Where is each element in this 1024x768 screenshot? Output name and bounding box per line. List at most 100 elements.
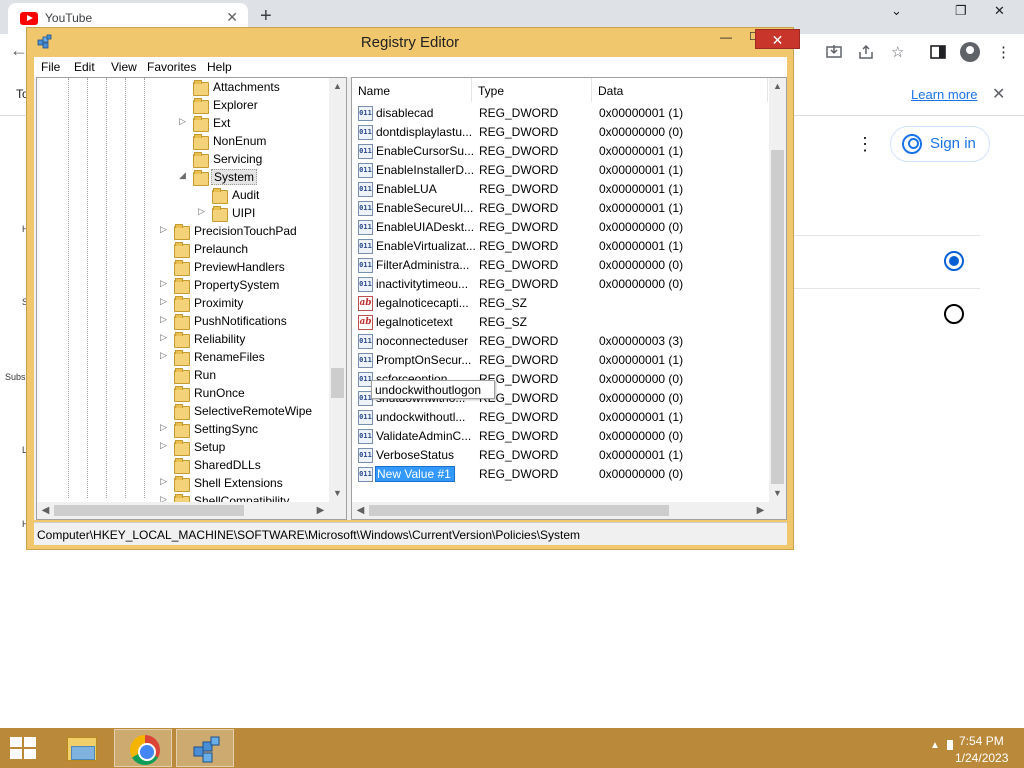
scroll-thumb[interactable] <box>369 505 669 516</box>
tree-item[interactable]: ◢ System <box>37 169 327 187</box>
clock-time[interactable]: 7:54 PM <box>959 734 1004 748</box>
value-row[interactable]: 011 inactivitytimeou... REG_DWORD 0x0000000… <box>352 275 768 294</box>
browser-restore-button[interactable]: ❐ <box>955 3 967 19</box>
tray-overflow-icon[interactable]: ▲ <box>930 740 940 751</box>
scroll-down-arrow-icon[interactable]: ▼ <box>769 485 786 502</box>
value-name-edit-field[interactable]: New Value #1 <box>375 466 455 482</box>
scroll-right-arrow-icon[interactable]: ▶ <box>312 502 329 519</box>
side-panel-icon[interactable] <box>930 44 946 60</box>
value-row[interactable]: 011 PromptOnSecur... REG_DWORD 0x00000001 (… <box>352 351 768 370</box>
menu-view[interactable]: View <box>111 60 137 74</box>
tree-item[interactable]: Attachments <box>37 79 327 97</box>
tree-expander-icon[interactable]: ◢ <box>179 170 186 181</box>
tree-item[interactable]: Servicing <box>37 151 327 169</box>
chrome-menu-icon[interactable]: ⋮ <box>996 43 1011 61</box>
column-header-type[interactable]: Type <box>472 78 592 102</box>
scroll-thumb[interactable] <box>54 505 244 516</box>
menu-edit[interactable]: Edit <box>74 60 95 74</box>
value-row[interactable]: 011 New Value #1 REG_DWORD 0x00000000 (0) <box>352 465 768 484</box>
install-app-icon[interactable] <box>826 44 842 60</box>
tree-item[interactable]: Prelaunch <box>37 241 327 259</box>
title-bar[interactable]: Registry Editor — ☐ ✕ <box>27 28 800 56</box>
page-more-options-icon[interactable]: ⋮ <box>856 134 874 155</box>
menu-file[interactable]: File <box>41 60 60 74</box>
tree-expander-icon[interactable]: ▷ <box>160 422 167 433</box>
tree-item[interactable]: ▷ PushNotifications <box>37 313 327 331</box>
tree-item[interactable]: NonEnum <box>37 133 327 151</box>
taskbar-registry-editor[interactable] <box>176 729 234 767</box>
close-button[interactable]: ✕ <box>755 29 800 49</box>
radio-selected[interactable] <box>944 251 964 271</box>
value-row[interactable]: 011 EnableInstallerD... REG_DWORD 0x0000000… <box>352 161 768 180</box>
taskbar-file-explorer[interactable] <box>52 729 110 767</box>
tree-item[interactable]: ▷ Ext <box>37 115 327 133</box>
key-tree-pane[interactable]: Attachments Explorer ▷ Ext NonEnum Servicing ◢… <box>36 77 347 520</box>
tree-item[interactable]: ▷ Setup <box>37 439 327 457</box>
tree-item[interactable]: PreviewHandlers <box>37 259 327 277</box>
tree-expander-icon[interactable]: ▷ <box>160 278 167 289</box>
value-row[interactable]: 011 EnableUIADeskt... REG_DWORD 0x00000000 … <box>352 218 768 237</box>
column-header-name[interactable]: Name <box>352 78 472 102</box>
scroll-thumb[interactable] <box>771 150 784 484</box>
bookmark-star-icon[interactable]: ☆ <box>891 43 904 61</box>
value-row[interactable]: 011 EnableLUA REG_DWORD 0x00000001 (1) <box>352 180 768 199</box>
tree-expander-icon[interactable]: ▷ <box>160 224 167 235</box>
scroll-left-arrow-icon[interactable]: ◀ <box>352 502 369 519</box>
tree-item[interactable]: SelectiveRemoteWipe <box>37 403 327 421</box>
tree-expander-icon[interactable]: ▷ <box>160 476 167 487</box>
radio-unselected[interactable] <box>944 304 964 324</box>
tree-item[interactable]: Audit <box>37 187 327 205</box>
info-bar-close-icon[interactable]: ✕ <box>992 84 1005 104</box>
browser-tab-search-icon[interactable]: ⌄ <box>891 3 902 19</box>
tree-expander-icon[interactable]: ▷ <box>179 116 186 127</box>
menu-help[interactable]: Help <box>207 60 232 74</box>
scroll-down-arrow-icon[interactable]: ▼ <box>329 485 346 502</box>
settings-option-row-2[interactable] <box>780 288 980 341</box>
start-button[interactable] <box>10 737 38 759</box>
tree-item[interactable]: ▷ Shell Extensions <box>37 475 327 493</box>
tree-expander-icon[interactable]: ▷ <box>160 332 167 343</box>
tree-item[interactable]: ▷ PropertySystem <box>37 277 327 295</box>
learn-more-link[interactable]: Learn more <box>911 87 977 102</box>
value-row[interactable]: ab legalnoticecapti... REG_SZ <box>352 294 768 313</box>
new-tab-button[interactable]: + <box>260 5 272 28</box>
value-row[interactable]: 011 undockwithoutl... REG_DWORD 0x00000001 … <box>352 408 768 427</box>
value-row[interactable]: 011 FilterAdministra... REG_DWORD 0x0000000… <box>352 256 768 275</box>
sign-in-button[interactable]: Sign in <box>890 126 990 162</box>
scroll-right-arrow-icon[interactable]: ▶ <box>752 502 769 519</box>
settings-option-row-1[interactable] <box>780 235 980 288</box>
tree-vertical-scrollbar[interactable]: ▲ ▼ <box>329 78 346 502</box>
tree-item[interactable]: Explorer <box>37 97 327 115</box>
share-icon[interactable] <box>858 44 874 60</box>
tree-item[interactable]: ▷ RenameFiles <box>37 349 327 367</box>
tree-item[interactable]: RunOnce <box>37 385 327 403</box>
tree-item[interactable]: ▷ PrecisionTouchPad <box>37 223 327 241</box>
scroll-up-arrow-icon[interactable]: ▲ <box>329 78 346 95</box>
tree-item[interactable]: ▷ UIPI <box>37 205 327 223</box>
tree-item[interactable]: Run <box>37 367 327 385</box>
taskbar-chrome[interactable] <box>114 729 172 767</box>
browser-close-button[interactable]: ✕ <box>994 3 1005 19</box>
value-row[interactable]: 011 dontdisplaylastu... REG_DWORD 0x0000000… <box>352 123 768 142</box>
tree-expander-icon[interactable]: ▷ <box>160 296 167 307</box>
column-header-data[interactable]: Data <box>592 78 768 102</box>
tree-item[interactable]: SharedDLLs <box>37 457 327 475</box>
values-vertical-scrollbar[interactable]: ▲ ▼ <box>769 78 786 502</box>
scroll-up-arrow-icon[interactable]: ▲ <box>769 78 786 95</box>
tree-item[interactable]: ▷ SettingSync <box>37 421 327 439</box>
value-row[interactable]: ab legalnoticetext REG_SZ <box>352 313 768 332</box>
scroll-thumb[interactable] <box>331 368 344 398</box>
value-row[interactable]: 011 EnableSecureUI... REG_DWORD 0x00000001 … <box>352 199 768 218</box>
minimize-button[interactable]: — <box>713 30 739 50</box>
tree-expander-icon[interactable]: ▷ <box>160 440 167 451</box>
value-row[interactable]: 011 EnableCursorSu... REG_DWORD 0x00000001 … <box>352 142 768 161</box>
value-row[interactable]: 011 ValidateAdminC... REG_DWORD 0x00000000 … <box>352 427 768 446</box>
clock-date[interactable]: 1/24/2023 <box>955 751 1008 765</box>
tree-horizontal-scrollbar[interactable]: ◀ ▶ <box>37 502 329 519</box>
tree-item[interactable]: ▷ Reliability <box>37 331 327 349</box>
value-row[interactable]: 011 EnableVirtualizat... REG_DWORD 0x000000… <box>352 237 768 256</box>
scroll-left-arrow-icon[interactable]: ◀ <box>37 502 54 519</box>
tree-item[interactable]: ▷ Proximity <box>37 295 327 313</box>
values-list-pane[interactable]: Name Type Data 011 disablecad REG_DWORD 0x0… <box>351 77 787 520</box>
tree-expander-icon[interactable]: ▷ <box>160 314 167 325</box>
